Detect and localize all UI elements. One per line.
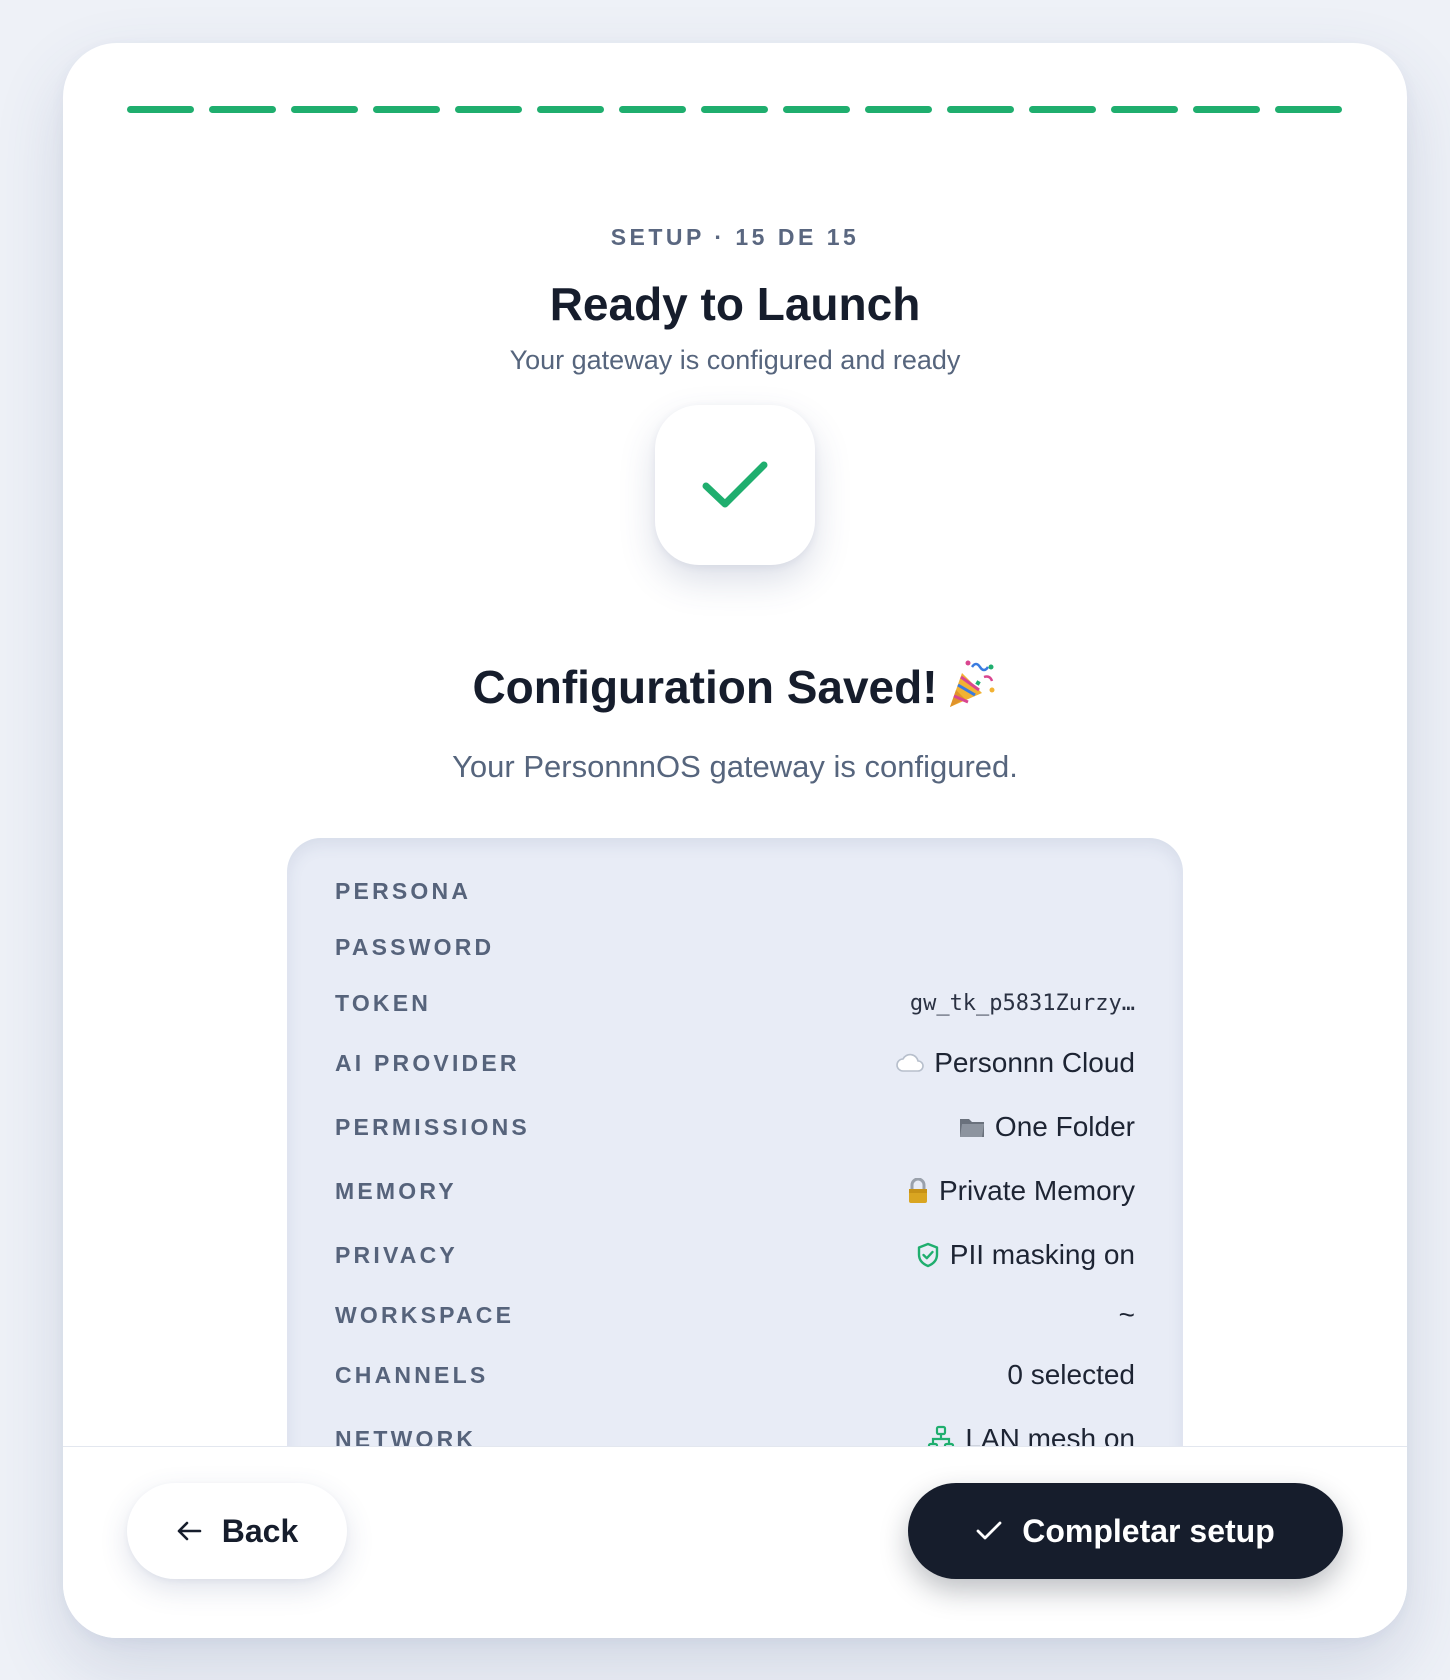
complete-setup-label: Completar setup xyxy=(1022,1512,1275,1549)
progress-segment xyxy=(537,106,604,113)
complete-setup-button[interactable]: Completar setup xyxy=(908,1483,1343,1579)
summary-row-channels: CHANNELS 0 selected xyxy=(335,1355,1135,1395)
summary-row-ai-provider: AI PROVIDER Personnn Cloud xyxy=(335,1043,1135,1083)
summary-label: PASSWORD xyxy=(335,933,495,960)
ai-provider-value: Personnn Cloud xyxy=(934,1047,1135,1078)
folder-icon xyxy=(959,1119,984,1137)
workspace-value: ~ xyxy=(1118,1299,1135,1330)
progress-segment xyxy=(701,106,768,113)
summary-row-memory: MEMORY Private Memory xyxy=(335,1171,1135,1211)
progress-segment xyxy=(1029,106,1096,113)
arrow-left-icon xyxy=(177,1521,202,1541)
summary-label: WORKSPACE xyxy=(335,1301,515,1328)
lock-icon xyxy=(908,1178,927,1203)
summary-row-workspace: WORKSPACE ~ xyxy=(335,1295,1135,1335)
token-value: gw_tk_p5831Zurzy… xyxy=(909,990,1135,1016)
page-title: Ready to Launch xyxy=(549,278,921,330)
memory-value: Private Memory xyxy=(938,1175,1135,1206)
status-heading-text: Configuration Saved! xyxy=(472,661,938,713)
summary-label: TOKEN xyxy=(335,989,432,1016)
page-subtitle: Your gateway is configured and ready xyxy=(509,345,961,375)
party-popper-icon xyxy=(949,660,995,707)
progress-segment xyxy=(373,106,440,113)
progress-segment xyxy=(1193,106,1260,113)
summary-row-privacy: PRIVACY PII masking on xyxy=(335,1235,1135,1275)
cloud-icon xyxy=(896,1053,924,1072)
shield-check-icon xyxy=(917,1242,938,1268)
check-icon xyxy=(702,461,768,508)
config-summary-panel: PERSONA PASSWORD TOKEN gw_tk_p5831Zurzy…… xyxy=(287,838,1183,1538)
progress-segment xyxy=(455,106,522,113)
progress-segment xyxy=(209,106,276,113)
progress-segment xyxy=(1111,106,1178,113)
summary-row-token: TOKEN gw_tk_p5831Zurzy… xyxy=(335,983,1135,1023)
progress-segment xyxy=(783,106,850,113)
summary-value: PII masking on xyxy=(916,1239,1135,1271)
back-button-label: Back xyxy=(221,1512,299,1549)
progress-segment xyxy=(947,106,1014,113)
summary-row-password: PASSWORD xyxy=(335,927,1135,967)
success-badge xyxy=(655,405,815,565)
back-button[interactable]: Back xyxy=(127,1483,347,1579)
status-message: Your PersonnnOS gateway is configured. xyxy=(452,749,1018,784)
privacy-value: PII masking on xyxy=(949,1239,1135,1270)
channels-value: 0 selected xyxy=(1007,1359,1135,1390)
summary-row-persona: PERSONA xyxy=(335,871,1135,911)
summary-row-permissions: PERMISSIONS One Folder xyxy=(335,1107,1135,1147)
summary-value: Private Memory xyxy=(907,1175,1135,1207)
progress-segment xyxy=(1275,106,1342,113)
summary-label: PERSONA xyxy=(335,877,472,904)
step-eyebrow: SETUP · 15 DE 15 xyxy=(610,224,860,250)
status-heading: Configuration Saved! xyxy=(63,657,1407,714)
step-progress-bar xyxy=(127,106,1342,113)
permissions-value: One Folder xyxy=(994,1111,1135,1142)
summary-value: Personnn Cloud xyxy=(896,1047,1135,1079)
progress-segment xyxy=(291,106,358,113)
progress-segment xyxy=(865,106,932,113)
progress-segment xyxy=(619,106,686,113)
summary-label: CHANNELS xyxy=(335,1361,489,1388)
summary-label: PERMISSIONS xyxy=(335,1113,530,1140)
summary-label: AI PROVIDER xyxy=(335,1049,520,1076)
check-icon xyxy=(976,1521,1002,1540)
setup-card: SETUP · 15 DE 15 Ready to Launch Your ga… xyxy=(63,43,1407,1638)
summary-label: PRIVACY xyxy=(335,1241,458,1268)
summary-value: One Folder xyxy=(959,1111,1135,1143)
wizard-footer: Back Completar setup xyxy=(63,1446,1407,1638)
progress-segment xyxy=(127,106,194,113)
summary-label: MEMORY xyxy=(335,1177,457,1204)
